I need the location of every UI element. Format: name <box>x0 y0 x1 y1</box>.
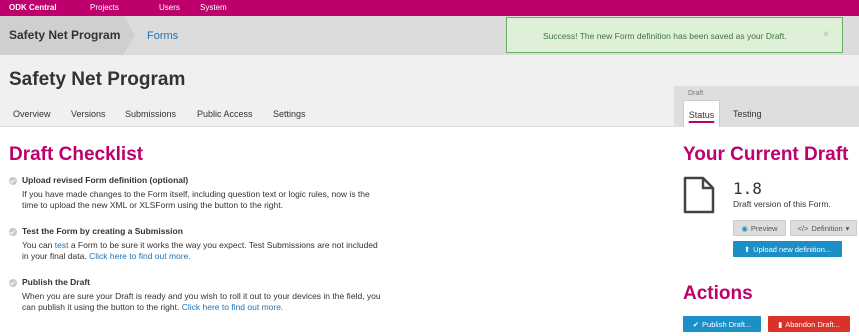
tab-testing[interactable]: Testing <box>733 100 762 127</box>
checklist-heading: Draft Checklist <box>9 144 144 165</box>
tab-overview[interactable]: Overview <box>13 109 51 119</box>
tab-public-access[interactable]: Public Access <box>197 109 253 119</box>
preview-label: Preview <box>750 223 778 233</box>
check-icon <box>9 228 17 236</box>
check-icon <box>9 279 17 287</box>
draft-version-description: Draft version of this Form. <box>733 199 831 209</box>
publish-label: Publish Draft... <box>702 319 752 329</box>
check-icon: ✔ <box>692 319 700 329</box>
actions-heading: Actions <box>683 283 753 304</box>
publish-draft-button[interactable]: ✔ Publish Draft... <box>683 316 761 332</box>
tab-submissions[interactable]: Submissions <box>125 109 176 119</box>
body-text: a Form to be sure it works the way you e… <box>68 240 378 250</box>
body-text: You can <box>22 240 55 250</box>
draft-label: Draft <box>688 90 704 97</box>
find-out-more-link[interactable]: Click here to find out more. <box>89 251 191 261</box>
success-alert: Success! The new Form definition has bee… <box>506 17 843 53</box>
test-link[interactable]: test <box>55 240 69 250</box>
check-icon <box>9 177 17 185</box>
nav-users[interactable]: Users <box>159 3 180 12</box>
eye-icon: ◉ <box>741 223 748 233</box>
close-icon[interactable]: × <box>823 29 829 40</box>
checklist-item-body: If you have made changes to the Form its… <box>22 189 432 211</box>
checklist-item-body: When you are sure your Draft is ready an… <box>22 291 432 313</box>
definition-label: Definition <box>811 223 843 233</box>
find-out-more-link[interactable]: Click here to find out more. <box>182 302 284 312</box>
current-draft-heading: Your Current Draft <box>683 144 849 165</box>
code-icon: </> <box>797 223 809 233</box>
breadcrumb-project[interactable]: Safety Net Program <box>0 16 124 55</box>
body-text: can publish it using the button to the r… <box>22 302 182 312</box>
body-line: If you have made changes to the Form its… <box>22 189 370 199</box>
abandon-draft-button[interactable]: ▮ Abandon Draft... <box>768 316 850 332</box>
brand-link[interactable]: ODK Central <box>9 3 57 12</box>
caret-down-icon: ▾ <box>845 223 850 233</box>
checklist-item-title: Test the Form by creating a Submission <box>22 226 183 236</box>
tab-settings[interactable]: Settings <box>273 109 306 119</box>
upload-label: Upload new definition... <box>753 244 832 254</box>
upload-definition-button[interactable]: ⬆ Upload new definition... <box>733 241 842 257</box>
nav-system[interactable]: System <box>200 3 227 12</box>
checklist-item-title: Upload revised Form definition (optional… <box>22 175 189 185</box>
breadcrumb-chevron <box>124 16 135 54</box>
draft-version: 1.8 <box>733 179 762 198</box>
checklist-item-title: Publish the Draft <box>22 277 91 287</box>
upload-icon: ⬆ <box>743 244 751 254</box>
body-line: When you are sure your Draft is ready an… <box>22 291 381 301</box>
definition-button[interactable]: </> Definition ▾ <box>790 220 857 236</box>
checklist-item-body: You can test a Form to be sure it works … <box>22 240 432 262</box>
page-title: Safety Net Program <box>9 69 186 90</box>
file-icon <box>683 176 715 219</box>
nav-projects[interactable]: Projects <box>90 3 119 12</box>
trash-icon: ▮ <box>778 319 783 329</box>
preview-button[interactable]: ◉ Preview <box>733 220 786 236</box>
body-text: in your final data. <box>22 251 90 261</box>
breadcrumb-forms[interactable]: Forms <box>147 30 178 42</box>
alert-message: Success! The new Form definition has bee… <box>543 31 787 41</box>
abandon-label: Abandon Draft... <box>785 319 840 329</box>
top-navbar: ODK Central Projects Users System <box>0 0 859 16</box>
tab-versions[interactable]: Versions <box>71 109 106 119</box>
body-line: time to upload the new XML or XLSForm us… <box>22 200 283 210</box>
tab-status[interactable]: Status <box>683 100 720 127</box>
